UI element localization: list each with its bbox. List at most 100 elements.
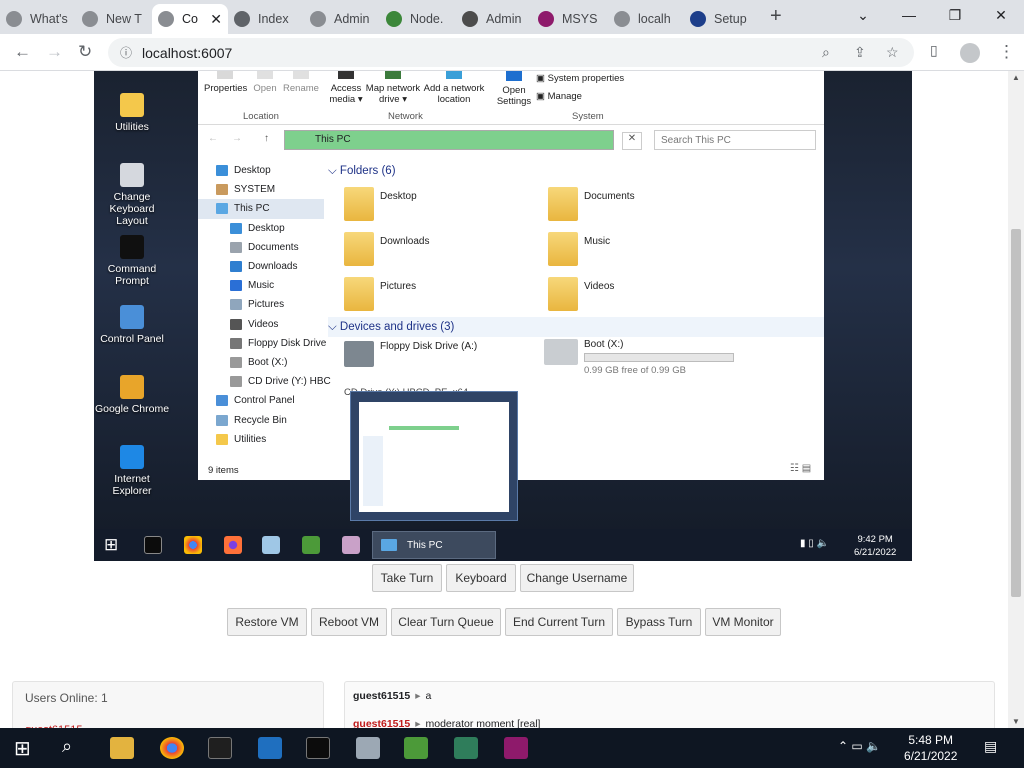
explorer-search-input[interactable]: Search This PC xyxy=(654,130,816,150)
manage-button[interactable]: ▣ Manage xyxy=(536,91,582,102)
nav-item[interactable]: Desktop xyxy=(198,219,324,238)
open-button[interactable]: Open xyxy=(248,71,282,94)
tab-4[interactable]: Admin xyxy=(304,4,380,34)
details-view-icon[interactable]: ☷ ▤ xyxy=(790,463,811,474)
rename-button[interactable]: Rename xyxy=(282,71,320,94)
tab-1[interactable]: New T xyxy=(76,4,152,34)
vm-paint-icon[interactable] xyxy=(342,536,360,554)
open-settings-button[interactable]: Open Settings xyxy=(496,71,532,107)
new-tab-button[interactable]: + xyxy=(760,5,792,34)
sheet-icon[interactable] xyxy=(454,737,478,759)
close-window-icon[interactable]: ✕ xyxy=(978,0,1024,30)
vm-notepad-icon[interactable] xyxy=(302,536,320,554)
nav-item[interactable]: Videos xyxy=(198,315,324,334)
menu-kebab-icon[interactable]: ⋮ xyxy=(998,42,1015,62)
explorer-back-icon[interactable]: ← xyxy=(208,133,218,144)
control-button[interactable]: Keyboard xyxy=(446,564,516,592)
vm-clock[interactable]: 9:42 PM 6/21/2022 xyxy=(854,533,896,559)
explorer-path-bar[interactable]: This PC xyxy=(284,130,614,150)
access-media-button[interactable]: Access media ▾ xyxy=(326,71,366,105)
tab-6[interactable]: Admin xyxy=(456,4,532,34)
tab-5[interactable]: Node. xyxy=(380,4,456,34)
tab-0[interactable]: What's xyxy=(0,4,76,34)
chat-user[interactable]: guest61515 xyxy=(353,718,410,728)
tray-icons[interactable]: ⌃ ▭ 🔈 xyxy=(838,739,881,753)
nav-item[interactable]: Utilities xyxy=(198,430,324,449)
tab-9[interactable]: Setup xyxy=(684,4,760,34)
site-info-icon[interactable]: ⓘ xyxy=(120,44,132,61)
add-network-location-button[interactable]: Add a network location xyxy=(422,71,486,105)
tab-3[interactable]: Index xyxy=(228,4,304,34)
back-icon[interactable]: ← xyxy=(14,42,31,62)
host-clock[interactable]: 5:48 PM 6/21/2022 xyxy=(904,732,957,764)
reload-icon[interactable]: ↻ xyxy=(78,42,92,62)
tab-search-icon[interactable]: ⌄ xyxy=(840,0,886,30)
devices-section-header[interactable]: ⌵ Devices and drives (3) xyxy=(328,317,824,337)
boot-drive-item[interactable]: Boot (X:) 0.99 GB free of 0.99 GB xyxy=(544,339,734,376)
share-icon[interactable]: ⇪ xyxy=(854,44,866,61)
desktop-icon-5[interactable]: Internet Explorer xyxy=(94,445,170,497)
control-button[interactable]: Clear Turn Queue xyxy=(391,608,501,636)
profile-avatar[interactable] xyxy=(960,43,980,63)
control-button[interactable]: Bypass Turn xyxy=(617,608,701,636)
7zip-icon[interactable] xyxy=(208,737,232,759)
vm-chrome-icon[interactable] xyxy=(184,536,202,554)
nav-item[interactable]: Floppy Disk Drive xyxy=(198,334,326,353)
terminal-icon[interactable] xyxy=(306,737,330,759)
bookmark-star-icon[interactable]: ☆ xyxy=(886,44,899,61)
msys-icon[interactable] xyxy=(504,737,528,759)
scrollbar-thumb[interactable] xyxy=(1011,229,1021,597)
folder-item[interactable]: Downloads xyxy=(344,232,429,266)
file-explorer-icon[interactable] xyxy=(110,737,134,759)
system-properties-button[interactable]: ▣ System properties xyxy=(536,73,624,84)
nav-item[interactable]: SYSTEM xyxy=(198,180,324,199)
control-button[interactable]: Change Username xyxy=(520,564,634,592)
vm-taskbar-this-pc[interactable]: This PC xyxy=(372,531,496,559)
chat-user[interactable]: guest61515 xyxy=(353,690,410,702)
side-panel-icon[interactable]: ▯ xyxy=(930,42,938,59)
vm-firefox-icon[interactable] xyxy=(224,536,242,554)
search-icon[interactable]: ⌕ xyxy=(62,736,72,757)
tab-2[interactable]: Co ✕ xyxy=(152,4,228,34)
explorer-up-icon[interactable]: ↑ xyxy=(264,133,269,144)
map-network-drive-button[interactable]: Map network drive ▾ xyxy=(364,71,422,105)
nav-item[interactable]: Music xyxy=(198,276,324,295)
explorer-forward-icon[interactable]: → xyxy=(232,133,242,144)
nav-item[interactable]: CD Drive (Y:) HBC xyxy=(198,372,331,391)
nav-item[interactable]: This PC xyxy=(198,199,324,219)
floppy-drive-item[interactable]: Floppy Disk Drive (A:) xyxy=(344,341,477,367)
nav-item[interactable]: Recycle Bin xyxy=(198,410,324,429)
desktop-icon-0[interactable]: Utilities xyxy=(94,93,170,133)
folder-item[interactable]: Videos xyxy=(548,277,614,311)
tab-8[interactable]: localh xyxy=(608,4,684,34)
notifications-icon[interactable]: ▤ xyxy=(984,738,997,755)
vm-tray-icons[interactable]: ▮ ▯ 🔈 xyxy=(800,538,829,549)
folder-item[interactable]: Documents xyxy=(548,187,635,221)
vm-app-icon[interactable] xyxy=(262,536,280,554)
notepad-icon[interactable] xyxy=(404,737,428,759)
desktop-icon-3[interactable]: Control Panel xyxy=(94,305,170,345)
nav-item[interactable]: Desktop xyxy=(198,161,324,180)
control-button[interactable]: VM Monitor xyxy=(705,608,781,636)
control-button[interactable]: Take Turn xyxy=(372,564,442,592)
app-icon[interactable] xyxy=(356,737,380,759)
folder-item[interactable]: Pictures xyxy=(344,277,416,311)
taskbar-thumbnail-preview[interactable] xyxy=(350,391,518,521)
nav-item[interactable]: Pictures xyxy=(198,295,324,314)
forward-icon[interactable]: → xyxy=(46,42,63,62)
explorer-close-path-icon[interactable]: ✕ xyxy=(622,132,642,150)
nav-item[interactable]: Boot (X:) xyxy=(198,353,324,372)
zoom-icon[interactable]: ⌕ xyxy=(822,44,830,61)
desktop-icon-2[interactable]: Command Prompt xyxy=(94,235,170,287)
powershell-icon[interactable] xyxy=(258,737,282,759)
folder-item[interactable]: Music xyxy=(548,232,610,266)
start-icon[interactable]: ⊞ xyxy=(14,736,31,761)
restore-icon[interactable]: ❐ xyxy=(932,0,978,30)
properties-button[interactable]: Properties xyxy=(204,71,247,94)
nav-item[interactable]: Downloads xyxy=(198,257,324,276)
control-button[interactable]: End Current Turn xyxy=(505,608,613,636)
control-button[interactable]: Reboot VM xyxy=(311,608,387,636)
vm-cmd-icon[interactable] xyxy=(144,536,162,554)
vm-screen[interactable]: Utilities Change Keyboard Layout Command P… xyxy=(94,71,912,561)
desktop-icon-1[interactable]: Change Keyboard Layout xyxy=(94,163,170,227)
